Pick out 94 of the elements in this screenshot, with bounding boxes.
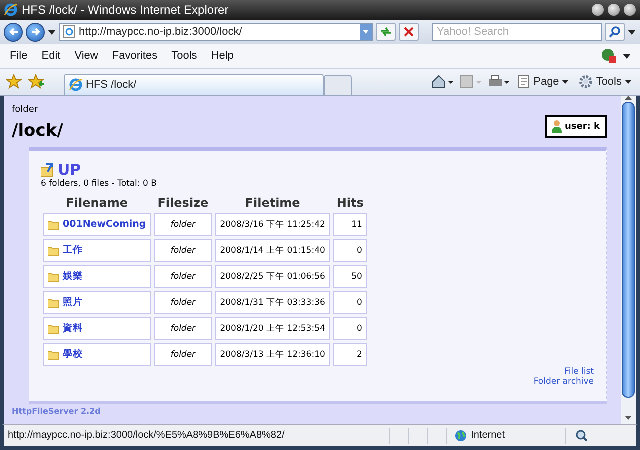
page-icon <box>63 25 76 39</box>
filetime-cell: 2008/1/31 下午 03:33:36 <box>215 291 330 314</box>
caret-icon[interactable] <box>628 30 636 34</box>
filetime-cell: 2008/3/16 下午 11:25:42 <box>215 213 330 236</box>
up-link[interactable]: UP <box>58 161 82 179</box>
page-icon <box>518 75 531 89</box>
printer-icon[interactable] <box>488 75 510 89</box>
add-favorite-icon[interactable] <box>28 74 44 90</box>
column-header: Filename <box>65 196 130 210</box>
user-label: user: k <box>564 122 600 132</box>
folder-link[interactable]: 照片 <box>63 296 83 309</box>
folder-icon <box>48 220 59 230</box>
tab-label: HFS /lock/ <box>86 79 137 91</box>
filesize-cell: folder <box>154 213 212 236</box>
folder-icon <box>48 350 59 360</box>
filetime-cell: 2008/1/20 上午 12:53:54 <box>215 317 330 340</box>
folder-link[interactable]: 工作 <box>63 244 83 257</box>
folder-caption: folder <box>12 105 40 115</box>
scroll-down-icon[interactable] <box>625 416 632 420</box>
menu-item[interactable]: Edit <box>34 50 68 62</box>
address-text: http://maypcc.no-ip.biz:3000/lock/ <box>79 26 244 38</box>
window-title: HFS /lock/ - Windows Internet Explorer <box>22 3 230 17</box>
caret-icon[interactable] <box>48 30 56 34</box>
hits-cell: 2 <box>333 343 368 366</box>
folder-link[interactable]: 001NewComing <box>63 219 146 230</box>
zoom-icon[interactable] <box>576 430 588 442</box>
filetime-cell: 2008/1/14 上午 01:15:40 <box>215 239 330 262</box>
column-header: Filesize <box>156 196 210 210</box>
star-icon[interactable] <box>6 74 22 90</box>
scrollbar[interactable] <box>621 96 636 424</box>
maximize-button[interactable] <box>608 4 620 16</box>
back-button[interactable] <box>4 22 23 42</box>
folder-icon <box>48 324 59 334</box>
status-text: http://maypcc.no-ip.biz:3000/lock/%E5%A8%9B%E6%A8%82/ <box>8 430 285 441</box>
menu-item[interactable]: Favorites <box>105 50 165 62</box>
folder-summary: 6 folders, 0 files - Total: 0 B <box>41 179 158 189</box>
filesize-cell: folder <box>154 317 212 340</box>
close-icon <box>404 27 414 37</box>
arrow-left-icon <box>8 28 18 36</box>
feed-icon[interactable] <box>460 75 482 89</box>
caret-icon <box>562 80 570 84</box>
gear-icon <box>579 75 594 89</box>
browser-logo-icon <box>69 78 83 92</box>
hits-cell: 11 <box>333 213 368 236</box>
stop-button[interactable] <box>399 23 419 41</box>
globe-icon <box>455 430 468 442</box>
home-icon[interactable] <box>432 75 454 89</box>
dropdown-icon[interactable] <box>360 24 372 40</box>
folder-link[interactable]: 學校 <box>63 348 83 361</box>
folder-up-icon[interactable] <box>41 162 55 178</box>
tools-menu-button[interactable]: Tools <box>577 75 634 89</box>
folder-icon <box>48 272 59 282</box>
refresh-icon <box>380 27 392 37</box>
security-zone: Internet <box>471 430 505 441</box>
hits-cell: 0 <box>333 239 368 262</box>
toolbar-addon-icon[interactable] <box>601 48 617 64</box>
folder-link[interactable]: 娛樂 <box>63 270 83 283</box>
search-field[interactable]: Yahoo! Search <box>432 23 602 41</box>
column-header: Filetime <box>244 196 302 210</box>
address-field[interactable]: http://maypcc.no-ip.biz:3000/lock/ <box>59 23 373 41</box>
forward-button[interactable] <box>26 22 45 42</box>
hits-cell: 50 <box>333 265 368 288</box>
filesize-cell: folder <box>154 239 212 262</box>
caret-icon[interactable] <box>623 54 631 58</box>
arrow-right-icon <box>30 28 40 36</box>
filesize-cell: folder <box>154 343 212 366</box>
menu-item[interactable]: File <box>3 50 35 62</box>
search-button[interactable] <box>605 23 625 41</box>
menu-item[interactable]: View <box>68 50 106 62</box>
page-menu-button[interactable]: Page <box>516 75 572 89</box>
filetime-cell: 2008/3/13 上午 12:36:10 <box>215 343 330 366</box>
minimize-button[interactable] <box>592 4 604 16</box>
filetime-cell: 2008/2/25 下午 01:06:56 <box>215 265 330 288</box>
refresh-button[interactable] <box>376 23 396 41</box>
browser-logo-icon <box>4 3 18 17</box>
folder-link[interactable]: 資料 <box>63 322 83 335</box>
filesize-cell: folder <box>154 265 212 288</box>
search-icon <box>609 26 621 38</box>
caret-icon <box>625 80 632 84</box>
file-list-link[interactable]: File list <box>564 367 594 377</box>
hits-cell: 0 <box>333 317 368 340</box>
scrollbar-thumb[interactable] <box>622 102 635 398</box>
browser-tab[interactable]: HFS /lock/ <box>64 74 324 95</box>
menu-item[interactable]: Help <box>204 50 241 62</box>
filesize-cell: folder <box>154 291 212 314</box>
folder-icon <box>48 298 59 308</box>
folder-archive-link[interactable]: Folder archive <box>534 377 594 387</box>
folder-title: /lock/ <box>12 121 64 141</box>
user-icon <box>552 120 562 133</box>
close-button[interactable] <box>624 4 636 16</box>
folder-icon <box>48 246 59 256</box>
menu-item[interactable]: Tools <box>164 50 204 62</box>
column-header: Hits <box>336 196 365 210</box>
hits-cell: 0 <box>333 291 368 314</box>
